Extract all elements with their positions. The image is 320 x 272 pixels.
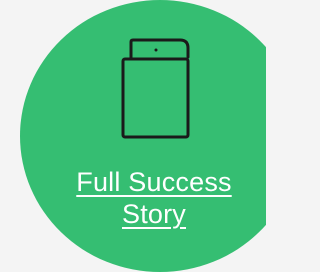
full-success-story-link[interactable]: Full Success Story [40,166,266,230]
link-line-2: Story [121,199,187,229]
success-story-card: Full Success Story [0,0,266,272]
link-line-1: Full Success [76,167,232,197]
book-icon [121,38,190,139]
